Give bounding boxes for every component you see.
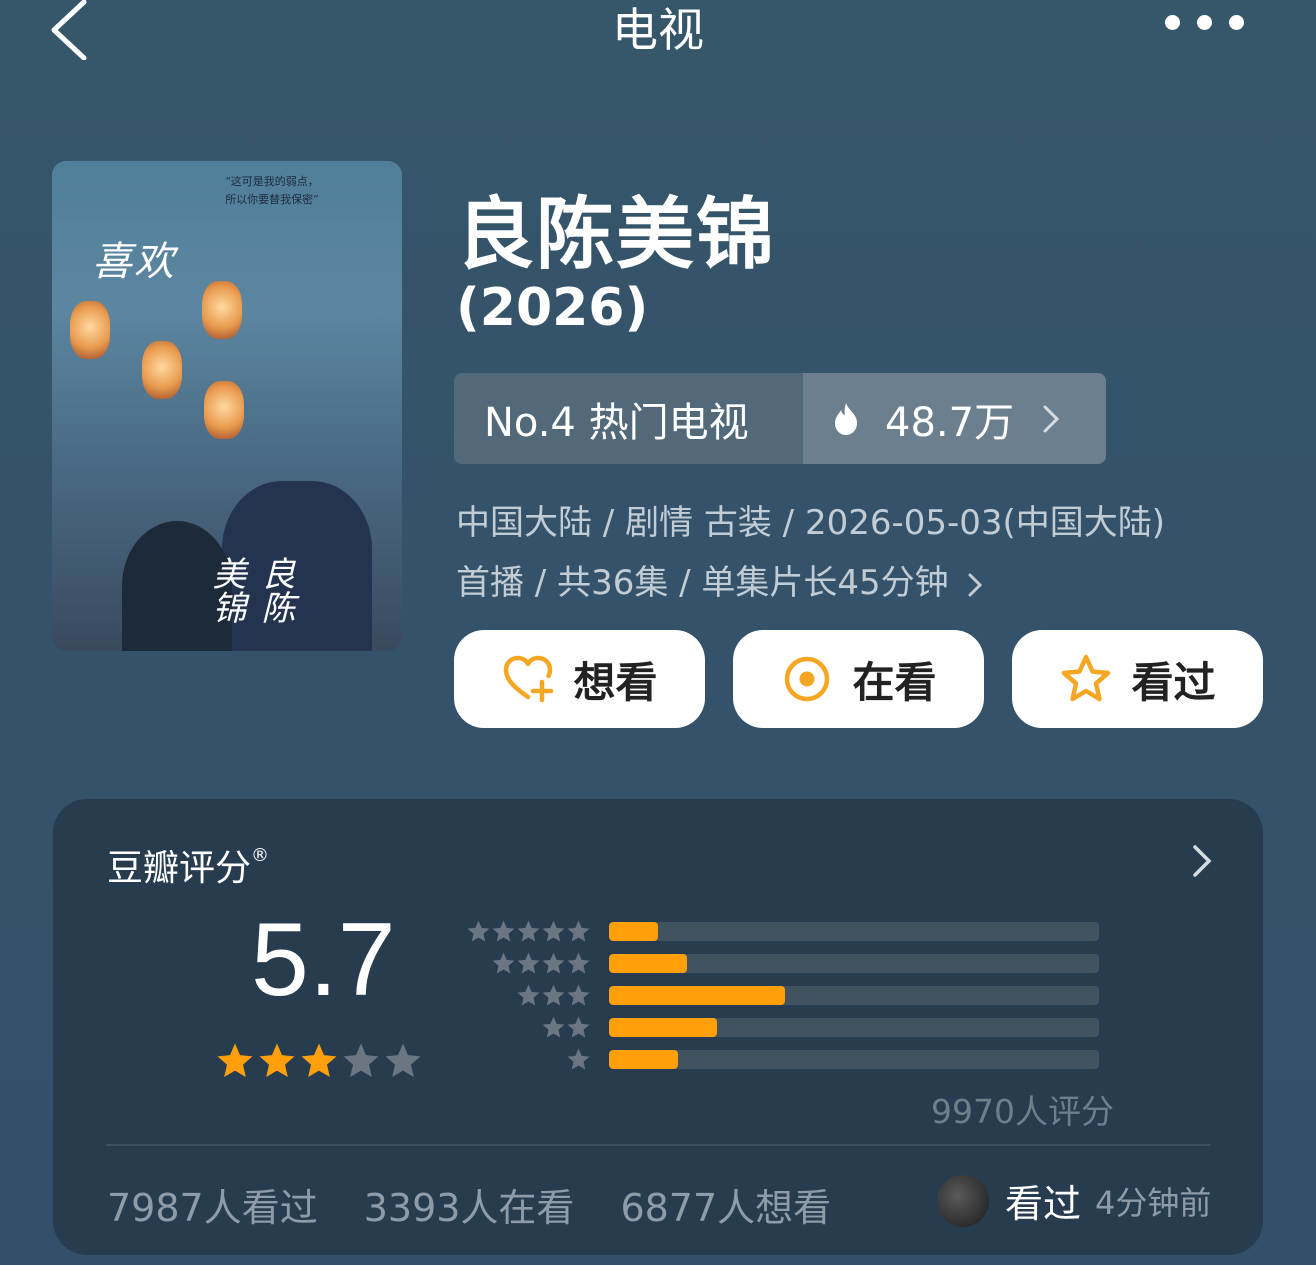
star-icon: [385, 1043, 421, 1077]
star-icon: [542, 952, 565, 974]
watching-button[interactable]: 在看: [733, 630, 984, 728]
want-count[interactable]: 6877人想看: [620, 1177, 831, 1232]
watching-count[interactable]: 3393人在看: [364, 1177, 575, 1232]
meta-info-line1: 中国大陆 / 剧情 古装 / 2026-05-03(中国大陆): [456, 503, 1166, 543]
distribution-track: [609, 1050, 1099, 1069]
target-circle-icon: [785, 656, 830, 702]
more-dots-icon: [1165, 15, 1180, 30]
distribution-row: [463, 1045, 1103, 1077]
distribution-bar: [609, 1050, 678, 1069]
distribution-row: [463, 949, 1103, 981]
star-icon: [343, 1043, 379, 1077]
star-icon: [542, 920, 565, 942]
distribution-track: [609, 986, 1099, 1005]
star-icon: [517, 920, 540, 942]
distribution-stars: [491, 951, 591, 976]
rating-card[interactable]: 豆瓣评分® 5.7 9970人评分 7987人看过 3393人在看 6877人想…: [53, 799, 1263, 1255]
lantern-decoration: [204, 381, 244, 439]
poster-calligraphy: 良陈美锦: [206, 556, 295, 624]
heart-plus-icon: [504, 655, 554, 703]
distribution-stars: [566, 1047, 591, 1072]
watched-button[interactable]: 看过: [1012, 630, 1263, 728]
distribution-row: [463, 981, 1103, 1013]
star-outline-icon: [1062, 654, 1111, 702]
rank-label: No.4 热门电视: [454, 373, 803, 464]
avatar: [937, 1174, 989, 1227]
page-title: 电视: [612, 3, 704, 57]
distribution-row: [463, 1013, 1103, 1045]
star-icon: [542, 984, 565, 1006]
more-button[interactable]: [1165, 15, 1244, 30]
watch-stats: 7987人看过 3393人在看 6877人想看: [107, 1177, 831, 1232]
rating-score: 5.7: [251, 902, 396, 1018]
poster-headline: 喜欢: [92, 239, 176, 285]
star-icon: [492, 952, 515, 974]
show-title: 良陈美锦: [456, 190, 777, 280]
lantern-decoration: [70, 301, 110, 359]
distribution-track: [609, 954, 1099, 973]
star-icon: [542, 1016, 565, 1038]
activity-label: 看过: [1005, 1182, 1082, 1226]
heat-value: 48.7万: [885, 399, 1015, 446]
distribution-bar: [609, 954, 688, 973]
distribution-bar: [609, 1018, 717, 1037]
friend-activity[interactable]: 看过 4分钟前: [937, 1173, 1211, 1228]
chevron-right-icon: [968, 573, 983, 596]
want-to-watch-button[interactable]: 想看: [454, 630, 705, 728]
distribution-track: [609, 922, 1099, 941]
star-icon: [259, 1043, 295, 1077]
star-icon: [567, 920, 590, 942]
lantern-decoration: [202, 281, 242, 339]
show-year: (2026): [456, 278, 649, 338]
lantern-decoration: [142, 341, 182, 399]
star-icon: [517, 984, 540, 1006]
flame-icon: [835, 402, 857, 435]
distribution-track: [609, 1018, 1099, 1037]
star-icon: [567, 952, 590, 974]
star-icon: [517, 952, 540, 974]
star-icon: [217, 1043, 253, 1077]
star-icon: [567, 984, 590, 1006]
star-icon: [567, 1048, 590, 1070]
distribution-bar: [609, 922, 658, 941]
total-raters: 9970人评分: [931, 1092, 1114, 1131]
star-icon: [567, 1016, 590, 1038]
heat-section: 48.7万: [803, 373, 1106, 464]
star-icon: [467, 920, 490, 942]
rank-badge[interactable]: No.4 热门电视 48.7万: [454, 373, 1106, 464]
poster-image[interactable]: “这可是我的弱点， 所以你要替我保密” 喜欢 良陈美锦: [52, 161, 402, 651]
rating-stars: [215, 1041, 423, 1081]
star-icon: [492, 920, 515, 942]
chevron-right-icon: [1043, 405, 1060, 432]
chevron-right-icon[interactable]: [1191, 843, 1213, 879]
distribution-bar: [609, 986, 786, 1005]
poster-tagline: “这可是我的弱点， 所以你要替我保密”: [225, 175, 319, 206]
meta-info-line2[interactable]: 首播 / 共36集 / 单集片长45分钟: [456, 555, 983, 604]
watched-count[interactable]: 7987人看过: [107, 1177, 318, 1232]
rating-title: 豆瓣评分®: [107, 845, 270, 889]
distribution-stars: [541, 1015, 591, 1040]
divider: [106, 1144, 1210, 1146]
rating-distribution: [463, 917, 1103, 1077]
distribution-stars: [516, 983, 591, 1008]
activity-time: 4分钟前: [1095, 1183, 1212, 1222]
distribution-stars: [466, 919, 591, 944]
distribution-row: [463, 917, 1103, 949]
star-icon: [301, 1043, 337, 1077]
